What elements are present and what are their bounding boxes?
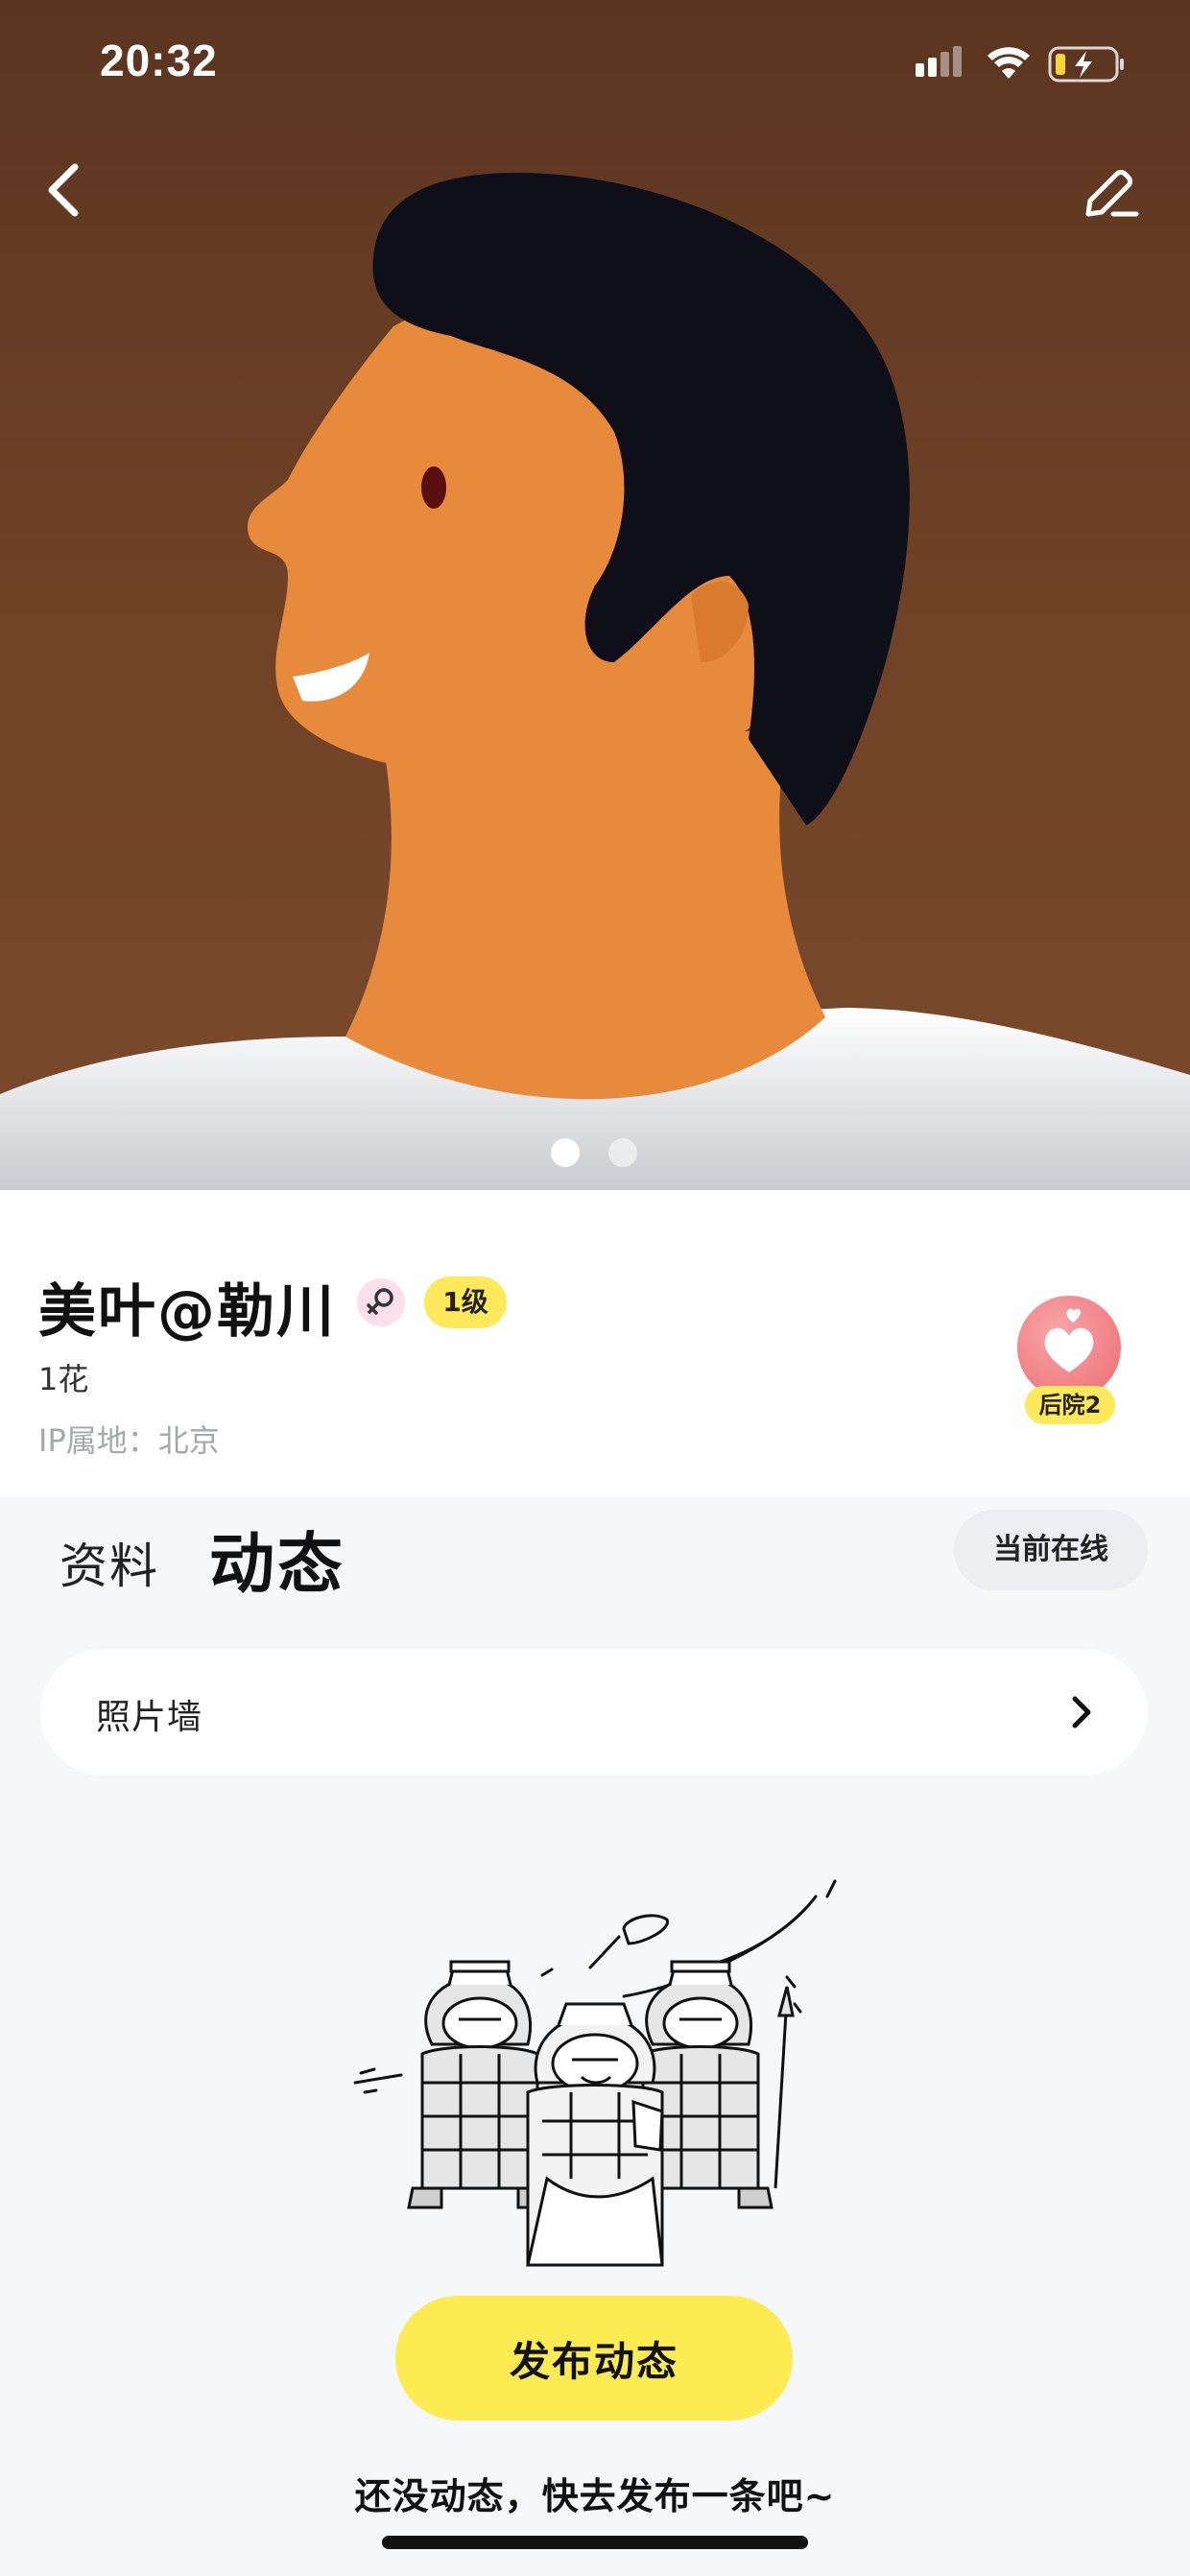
status-bar: 20:32 (0, 0, 1190, 125)
photo-wall-label: 照片墙 (96, 1698, 203, 1737)
home-indicator[interactable] (382, 2536, 808, 2549)
carousel-indicator (0, 1134, 1190, 1169)
heart-icon (1044, 1308, 1094, 1372)
female-icon (367, 1288, 393, 1315)
profile-cover-carousel[interactable]: 20:32 (0, 0, 1190, 1190)
carousel-dot-2[interactable] (608, 1138, 637, 1167)
tab-info[interactable]: 资料 (60, 1528, 159, 1597)
gender-badge (357, 1278, 405, 1326)
level-badge: 1级 (424, 1276, 507, 1328)
empty-state-message: 还没动态，快去发布一条吧~ (354, 2475, 836, 2517)
flower-count: 1花 (38, 1361, 89, 1397)
publish-moment-button[interactable]: 发布动态 (395, 2296, 793, 2421)
carousel-dot-1[interactable] (551, 1138, 580, 1167)
profile-header: 美叶@勒川 1级 1花 IP属地：北京 后院2 (0, 1190, 1190, 1497)
cover-image (0, 0, 1190, 1190)
status-time: 20:32 (100, 36, 218, 85)
signal-icon (916, 46, 962, 77)
online-status-badge: 当前在线 (954, 1510, 1148, 1590)
harem-label: 后院2 (1025, 1386, 1115, 1424)
chevron-left-icon (48, 163, 79, 217)
tab-moments[interactable]: 动态 (209, 1511, 345, 1606)
profile-tabs: 资料 动态 当前在线 (0, 1497, 1190, 1612)
wifi-icon (988, 47, 1030, 79)
battery-charging-icon (1048, 46, 1124, 83)
status-icons (916, 44, 1127, 90)
edit-profile-button[interactable] (1075, 158, 1144, 227)
pen-icon (1085, 170, 1139, 217)
photo-wall-row[interactable]: 照片墙 (40, 1649, 1148, 1776)
ip-location: IP属地：北京 (38, 1422, 220, 1459)
harem-button[interactable] (1017, 1296, 1121, 1399)
back-button[interactable] (35, 154, 92, 226)
chevron-right-icon (1072, 1696, 1091, 1729)
terracotta-warriors-illustration (353, 1879, 837, 2267)
user-name: 美叶@勒川 (38, 1278, 336, 1346)
